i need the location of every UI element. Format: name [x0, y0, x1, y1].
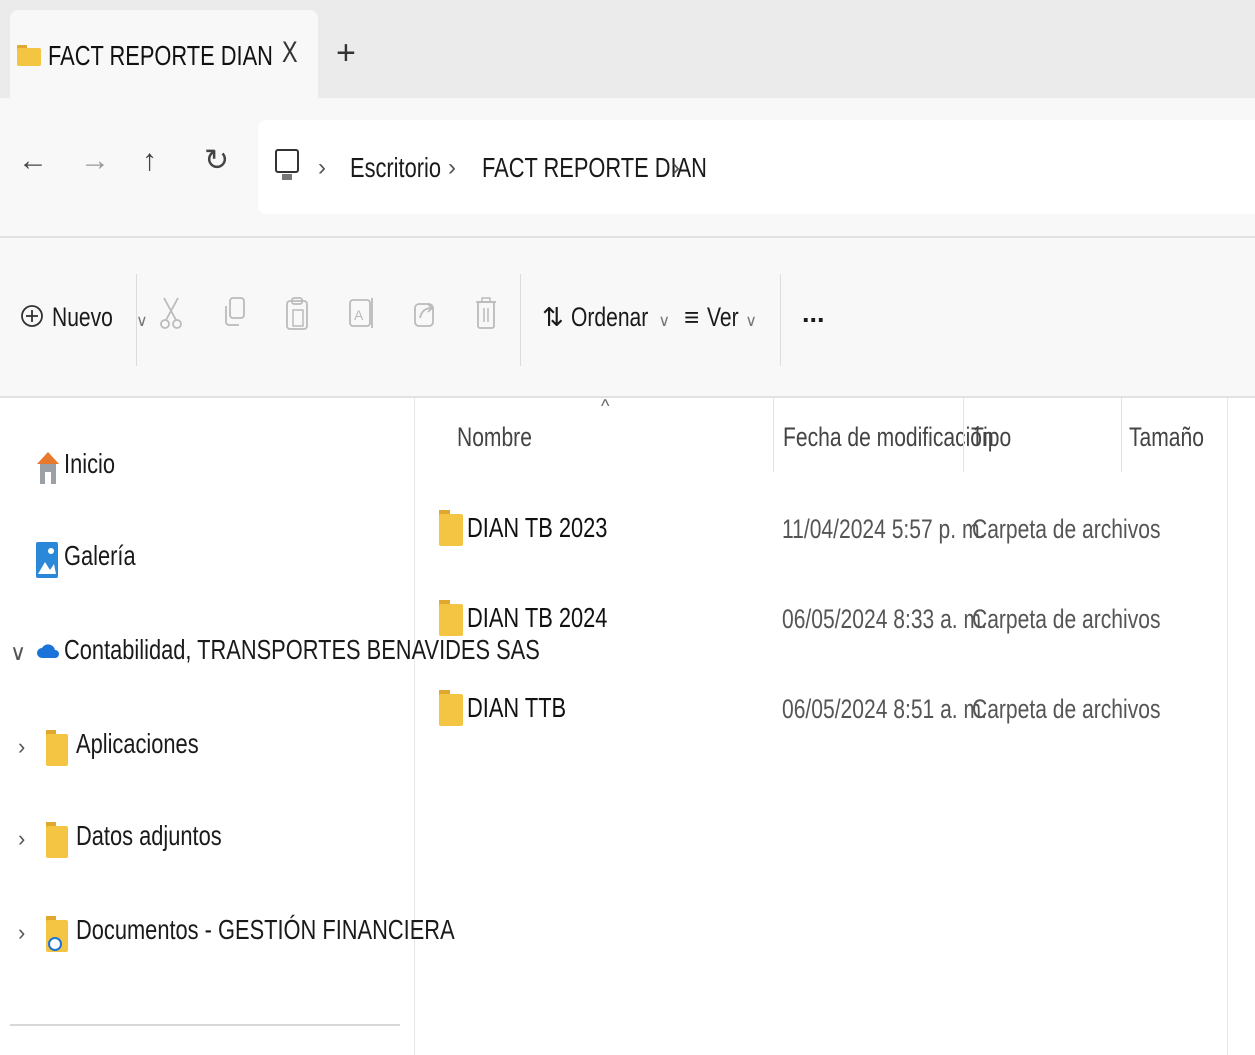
command-bar: Nuevo ∨ A ⇅ Ordenar ∨ ≡ Ver ∨ ...: [0, 238, 1255, 398]
paste-icon[interactable]: [284, 296, 310, 332]
view-icon: ≡: [684, 302, 700, 332]
back-arrow-icon[interactable]: ←: [18, 146, 48, 176]
folder-icon: [439, 600, 463, 636]
new-tab-button[interactable]: +: [336, 36, 356, 70]
sort-icon: ⇅: [542, 302, 564, 332]
file-type: Carpeta de archivos: [972, 604, 1161, 634]
gallery-icon: [36, 542, 58, 578]
file-type: Carpeta de archivos: [972, 694, 1161, 724]
delete-icon[interactable]: [474, 296, 498, 330]
table-row[interactable]: DIAN TB 2024 06/05/2024 8:33 a. m. Carpe…: [439, 598, 1219, 644]
share-icon[interactable]: [412, 296, 438, 330]
chevron-right-icon[interactable]: ›: [448, 154, 456, 182]
cut-icon[interactable]: [158, 296, 184, 330]
file-list: ^ Nombre Fecha de modificación Tipo Tama…: [415, 396, 1227, 1055]
refresh-icon[interactable]: ↻: [204, 146, 229, 176]
address-bar[interactable]: › Escritorio › FACT REPORTE DIAN ›: [258, 120, 1255, 214]
svg-text:A: A: [354, 307, 364, 323]
folder-icon: [439, 510, 463, 546]
address-row: ← → ↑ ↻ › Escritorio › FACT REPORTE DIAN…: [0, 98, 1255, 238]
breadcrumb-fact-reporte-dian[interactable]: FACT REPORTE DIAN: [482, 152, 770, 184]
tab-fact-reporte-dian[interactable]: FACT REPORTE DIAN X: [10, 10, 318, 98]
pane-divider: [1227, 398, 1228, 1055]
onedrive-cloud-icon: [37, 644, 59, 658]
plus-circle-icon: [21, 305, 43, 327]
chevron-right-icon[interactable]: ›: [318, 154, 326, 182]
shared-folder-icon: [46, 916, 68, 952]
chevron-down-icon[interactable]: ∨: [10, 640, 26, 666]
view-button[interactable]: ≡ Ver ∨: [684, 302, 757, 333]
nav-separator: [10, 1024, 400, 1026]
this-pc-icon: [275, 149, 299, 180]
chevron-right-icon[interactable]: ›: [672, 154, 680, 182]
column-header-nombre[interactable]: Nombre: [457, 422, 553, 453]
file-name: DIAN TB 2024: [467, 602, 608, 633]
sort-ascending-indicator: ^: [601, 396, 610, 416]
column-header-tamano[interactable]: Tamaño: [1129, 422, 1225, 453]
tab-close-button[interactable]: X: [282, 36, 302, 70]
tab-strip: FACT REPORTE DIAN X +: [0, 0, 1255, 98]
rename-icon[interactable]: A: [348, 296, 376, 330]
folder-icon: [46, 730, 68, 766]
table-row[interactable]: DIAN TB 2023 11/04/2024 5:57 p. m. Carpe…: [439, 508, 1219, 554]
copy-icon[interactable]: [222, 296, 248, 330]
folder-icon: [46, 822, 68, 858]
sort-button[interactable]: ⇅ Ordenar ∨: [542, 302, 670, 333]
chevron-right-icon[interactable]: ›: [18, 920, 25, 946]
folder-icon: [439, 690, 463, 726]
file-name: DIAN TB 2023: [467, 512, 608, 543]
table-row[interactable]: DIAN TTB 06/05/2024 8:51 a. m. Carpeta d…: [439, 688, 1219, 734]
file-type: Carpeta de archivos: [972, 514, 1161, 544]
home-icon: [37, 452, 59, 484]
chevron-right-icon[interactable]: ›: [18, 734, 25, 760]
new-button[interactable]: Nuevo ∨: [52, 302, 148, 333]
folder-icon: [17, 45, 41, 66]
navigation-pane: Inicio Galería ∨ Contabilidad, TRANSPORT…: [0, 398, 540, 1055]
chevron-right-icon[interactable]: ›: [18, 826, 25, 852]
column-header-tipo[interactable]: Tipo: [971, 422, 1023, 453]
file-name: DIAN TTB: [467, 692, 567, 723]
forward-arrow-icon[interactable]: →: [80, 146, 110, 176]
up-arrow-icon[interactable]: ↑: [142, 146, 157, 176]
more-options-button[interactable]: ...: [802, 298, 825, 329]
